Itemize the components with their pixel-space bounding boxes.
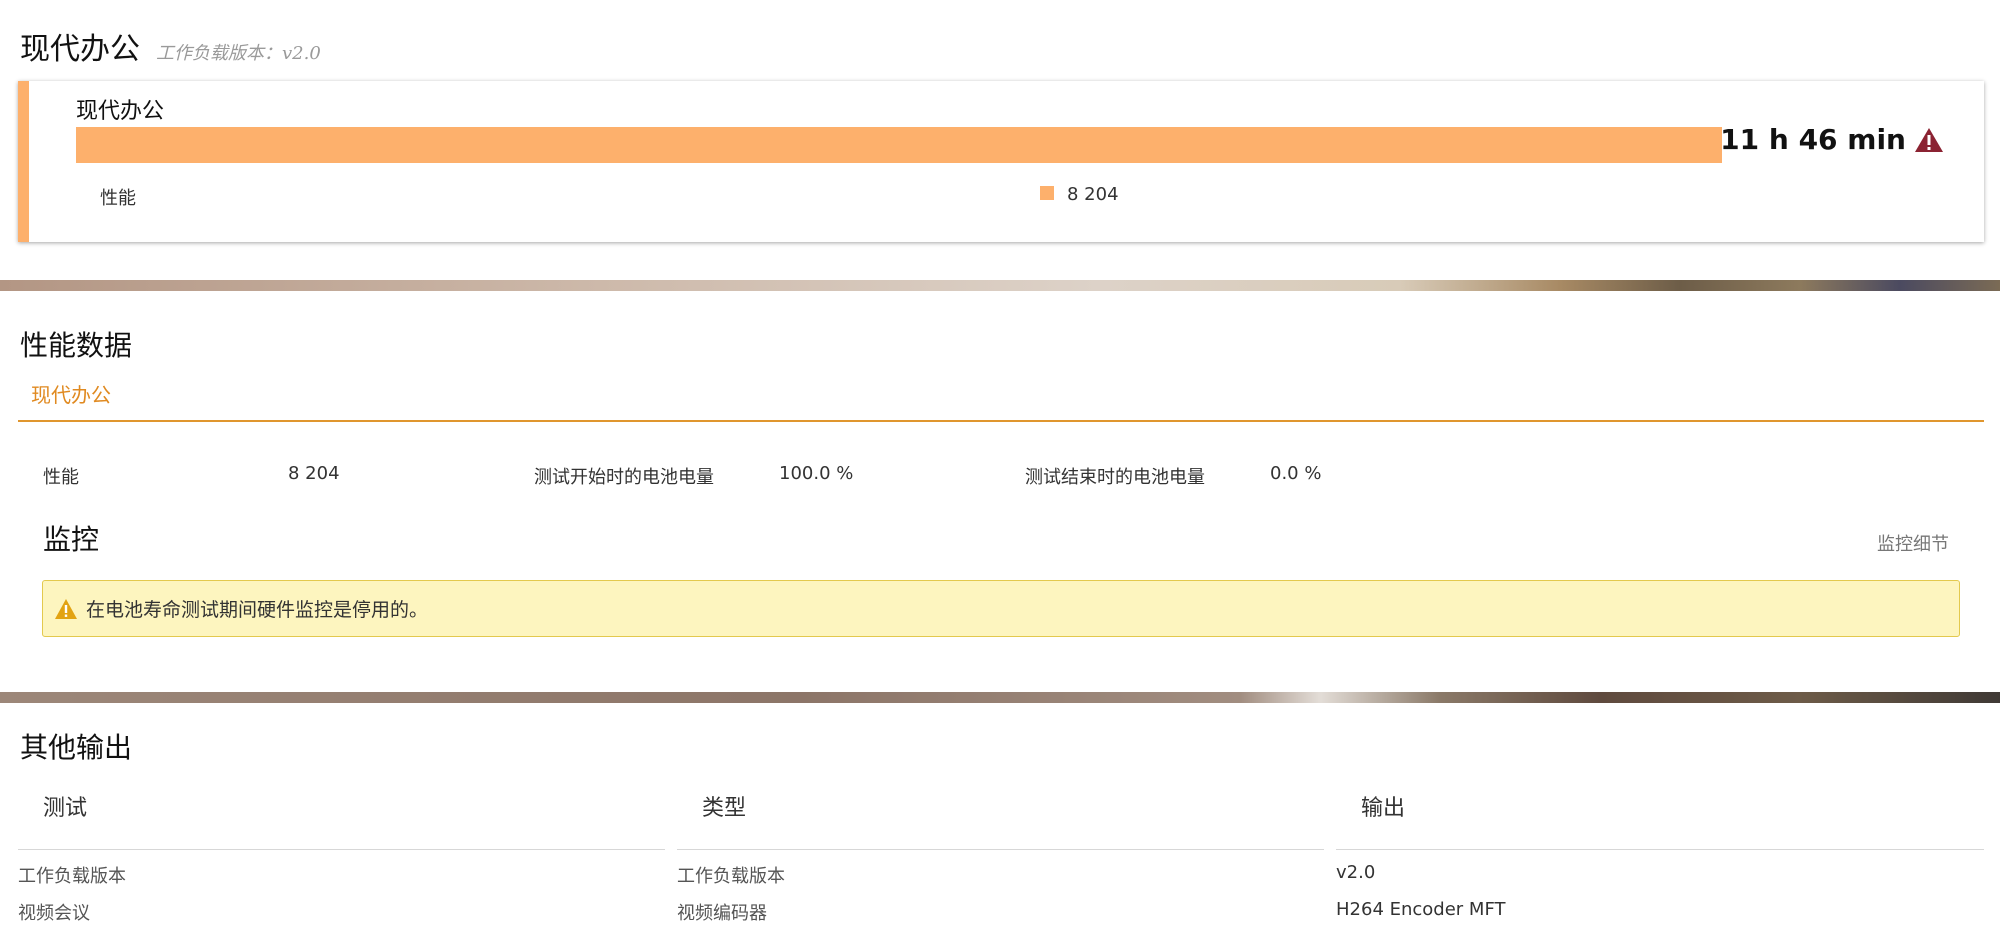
column-divider: [677, 849, 1324, 850]
column-header-test: 测试: [43, 796, 88, 821]
decorative-banner-strip: [0, 280, 2000, 291]
monitoring-title: 监控: [43, 523, 100, 556]
column-header-output: 输出: [1361, 796, 1406, 821]
table-cell: 工作负载版本: [677, 866, 785, 887]
legend-swatch: [1040, 186, 1054, 200]
monitoring-details-link[interactable]: 监控细节: [1877, 530, 1949, 556]
result-card: 现代办公 11 h 46 min 性能 8 204: [18, 81, 1984, 242]
legend-value: 8 204: [1067, 184, 1119, 205]
tab-underline: [18, 420, 1984, 422]
stat-label-performance: 性能: [43, 467, 79, 488]
table-cell: 工作负载版本: [18, 866, 126, 887]
table-cell: 视频会议: [18, 903, 90, 924]
column-divider: [18, 849, 665, 850]
tab-modern-office[interactable]: 现代办公: [31, 379, 111, 408]
stat-value-battery-end: 0.0 %: [1270, 463, 1322, 484]
other-outputs-title: 其他输出: [20, 731, 133, 764]
card-title: 现代办公: [76, 99, 165, 124]
page-header: 现代办公 工作负载版本：v2.0: [20, 24, 321, 68]
score-bar: [76, 127, 1722, 163]
stat-value-performance: 8 204: [288, 463, 340, 484]
alert-warning-icon: [55, 598, 77, 619]
monitoring-disabled-alert: 在电池寿命测试期间硬件监控是停用的。: [42, 580, 1960, 637]
battery-time: 11 h 46 min: [1720, 123, 1944, 156]
stat-label-battery-end: 测试结束时的电池电量: [1025, 467, 1205, 488]
performance-section-title: 性能数据: [20, 329, 133, 362]
table-cell: 视频编码器: [677, 903, 767, 924]
stat-label-battery-start: 测试开始时的电池电量: [534, 467, 714, 488]
decorative-banner-strip: [0, 692, 2000, 703]
stat-value-battery-start: 100.0 %: [779, 463, 854, 484]
warning-triangle-icon[interactable]: [1914, 126, 1944, 154]
column-divider: [1336, 849, 1984, 850]
legend-label: 性能: [100, 188, 136, 209]
battery-time-value: 11 h 46 min: [1720, 123, 1906, 156]
table-cell: H264 Encoder MFT: [1336, 899, 1506, 920]
table-cell: v2.0: [1336, 862, 1376, 883]
workload-version-subtitle: 工作负载版本：v2.0: [156, 43, 321, 64]
column-header-type: 类型: [702, 796, 747, 821]
page-title: 现代办公: [20, 32, 140, 67]
alert-text: 在电池寿命测试期间硬件监控是停用的。: [86, 599, 429, 621]
